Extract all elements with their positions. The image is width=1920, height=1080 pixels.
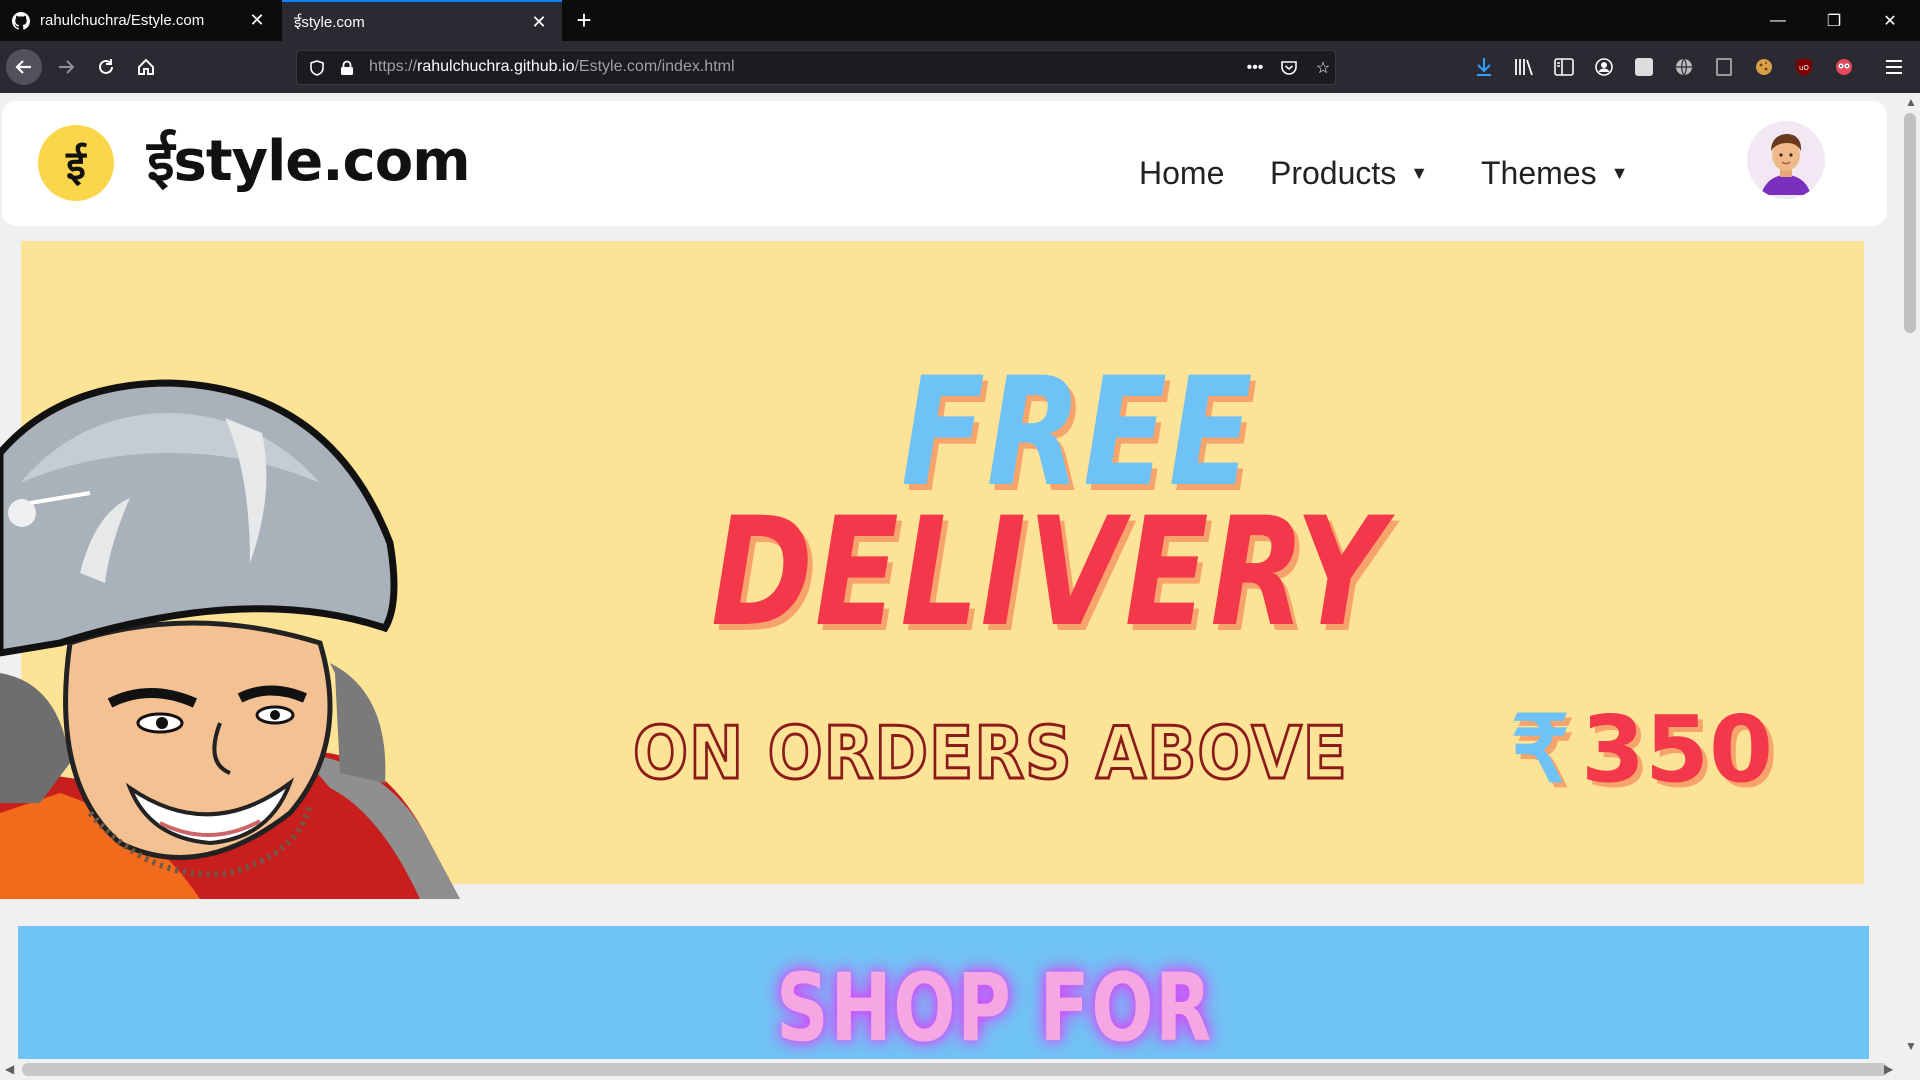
delivery-mascot-illustration [0, 379, 460, 899]
home-icon [138, 58, 154, 75]
url-text: https://rahulchuchra.github.io/Estyle.co… [369, 58, 735, 76]
menu-icon[interactable] [1882, 55, 1906, 79]
nav-toolbar: https://rahulchuchra.github.io/Estyle.co… [0, 41, 1920, 93]
caret-down-icon: ▼ [1410, 163, 1429, 183]
forward-button[interactable] [48, 49, 84, 85]
account-icon[interactable] [1592, 55, 1616, 79]
svg-text:uO: uO [1799, 64, 1809, 72]
url-path: /Estyle.com/index.html [574, 58, 735, 75]
scroll-right-arrow-icon[interactable]: ▶ [1884, 1062, 1893, 1076]
tab-strip: rahulchuchra/Estyle.com ✕ ईstyle.com ✕ +… [0, 0, 1920, 41]
shield-icon[interactable] [305, 57, 329, 79]
close-tab-icon[interactable]: ✕ [246, 9, 268, 31]
nav-products[interactable]: Products ▼ [1270, 155, 1428, 192]
shop-for-section: SHOP FOR [18, 926, 1869, 1059]
minimize-button[interactable]: — [1750, 0, 1806, 41]
back-button[interactable] [6, 49, 42, 85]
scroll-up-arrow-icon[interactable]: ▲ [1905, 95, 1917, 109]
browser-window: rahulchuchra/Estyle.com ✕ ईstyle.com ✕ +… [0, 0, 1920, 1080]
privacy-icon[interactable] [1832, 55, 1856, 79]
shop-for-title: SHOP FOR [776, 954, 1214, 1059]
cookie-icon[interactable] [1752, 55, 1776, 79]
download-icon[interactable] [1472, 55, 1496, 79]
caret-down-icon: ▼ [1610, 163, 1629, 183]
vertical-scroll-thumb[interactable] [1904, 113, 1916, 333]
nav-home[interactable]: Home [1139, 155, 1224, 192]
address-bar[interactable]: https://rahulchuchra.github.io/Estyle.co… [296, 50, 1336, 85]
user-avatar[interactable] [1747, 121, 1825, 199]
forward-arrow-icon [59, 60, 75, 74]
home-button[interactable] [128, 49, 164, 85]
tab-estyle[interactable]: ईstyle.com ✕ [282, 0, 562, 41]
scroll-left-arrow-icon[interactable]: ◀ [5, 1062, 14, 1076]
window-close-button[interactable]: ✕ [1862, 0, 1918, 41]
banner-orders-text: ON ORDERS ABOVE [632, 710, 1349, 797]
url-scheme: https:// [369, 58, 418, 75]
page-viewport: ई ईstyle.com Home Products ▼ Themes ▼ FR… [0, 93, 1900, 1059]
horizontal-scrollbar[interactable]: ◀ ▶ [0, 1059, 1920, 1080]
nav-products-label: Products [1270, 155, 1397, 191]
tab-title: rahulchuchra/Estyle.com [40, 12, 205, 29]
vertical-scrollbar[interactable]: ▲ ▼ [1900, 93, 1920, 1059]
back-arrow-icon [15, 60, 31, 74]
banner-amount: 350 [1581, 696, 1774, 803]
tab-github[interactable]: rahulchuchra/Estyle.com ✕ [0, 0, 280, 41]
restore-button[interactable]: ❐ [1806, 0, 1862, 41]
bookmark-star-icon[interactable]: ☆ [1311, 57, 1335, 79]
globe-icon[interactable] [1672, 55, 1696, 79]
brand-name[interactable]: ईstyle.com [147, 121, 471, 197]
pocket-icon[interactable] [1277, 57, 1301, 79]
horizontal-scroll-thumb[interactable] [22, 1063, 1888, 1076]
reload-icon [99, 59, 113, 74]
nav-themes-label: Themes [1481, 155, 1597, 191]
user-avatar-icon [1747, 121, 1825, 199]
sidebar-icon[interactable] [1552, 55, 1576, 79]
github-icon [12, 11, 30, 30]
page-actions-icon[interactable]: ••• [1243, 57, 1267, 79]
nav-home-label: Home [1139, 155, 1225, 191]
library-icon[interactable] [1512, 55, 1536, 79]
banner-delivery-text: DELIVERY [711, 486, 1387, 660]
scroll-down-arrow-icon[interactable]: ▼ [1905, 1039, 1917, 1053]
nav-themes[interactable]: Themes ▼ [1481, 155, 1628, 192]
lock-icon[interactable] [335, 57, 359, 79]
extension-icon[interactable] [1632, 55, 1656, 79]
close-tab-icon[interactable]: ✕ [528, 11, 550, 33]
site-logo[interactable]: ई [38, 125, 114, 201]
reload-button[interactable] [88, 49, 124, 85]
new-tab-button[interactable]: + [570, 5, 598, 35]
rupee-symbol: ₹ [1511, 699, 1570, 801]
tab-title: ईstyle.com [294, 13, 365, 31]
ublock-icon[interactable]: uO [1792, 55, 1816, 79]
reader-icon[interactable] [1712, 55, 1736, 79]
url-host: rahulchuchra.github.io [417, 58, 575, 75]
site-header: ई ईstyle.com Home Products ▼ Themes ▼ [2, 101, 1887, 226]
